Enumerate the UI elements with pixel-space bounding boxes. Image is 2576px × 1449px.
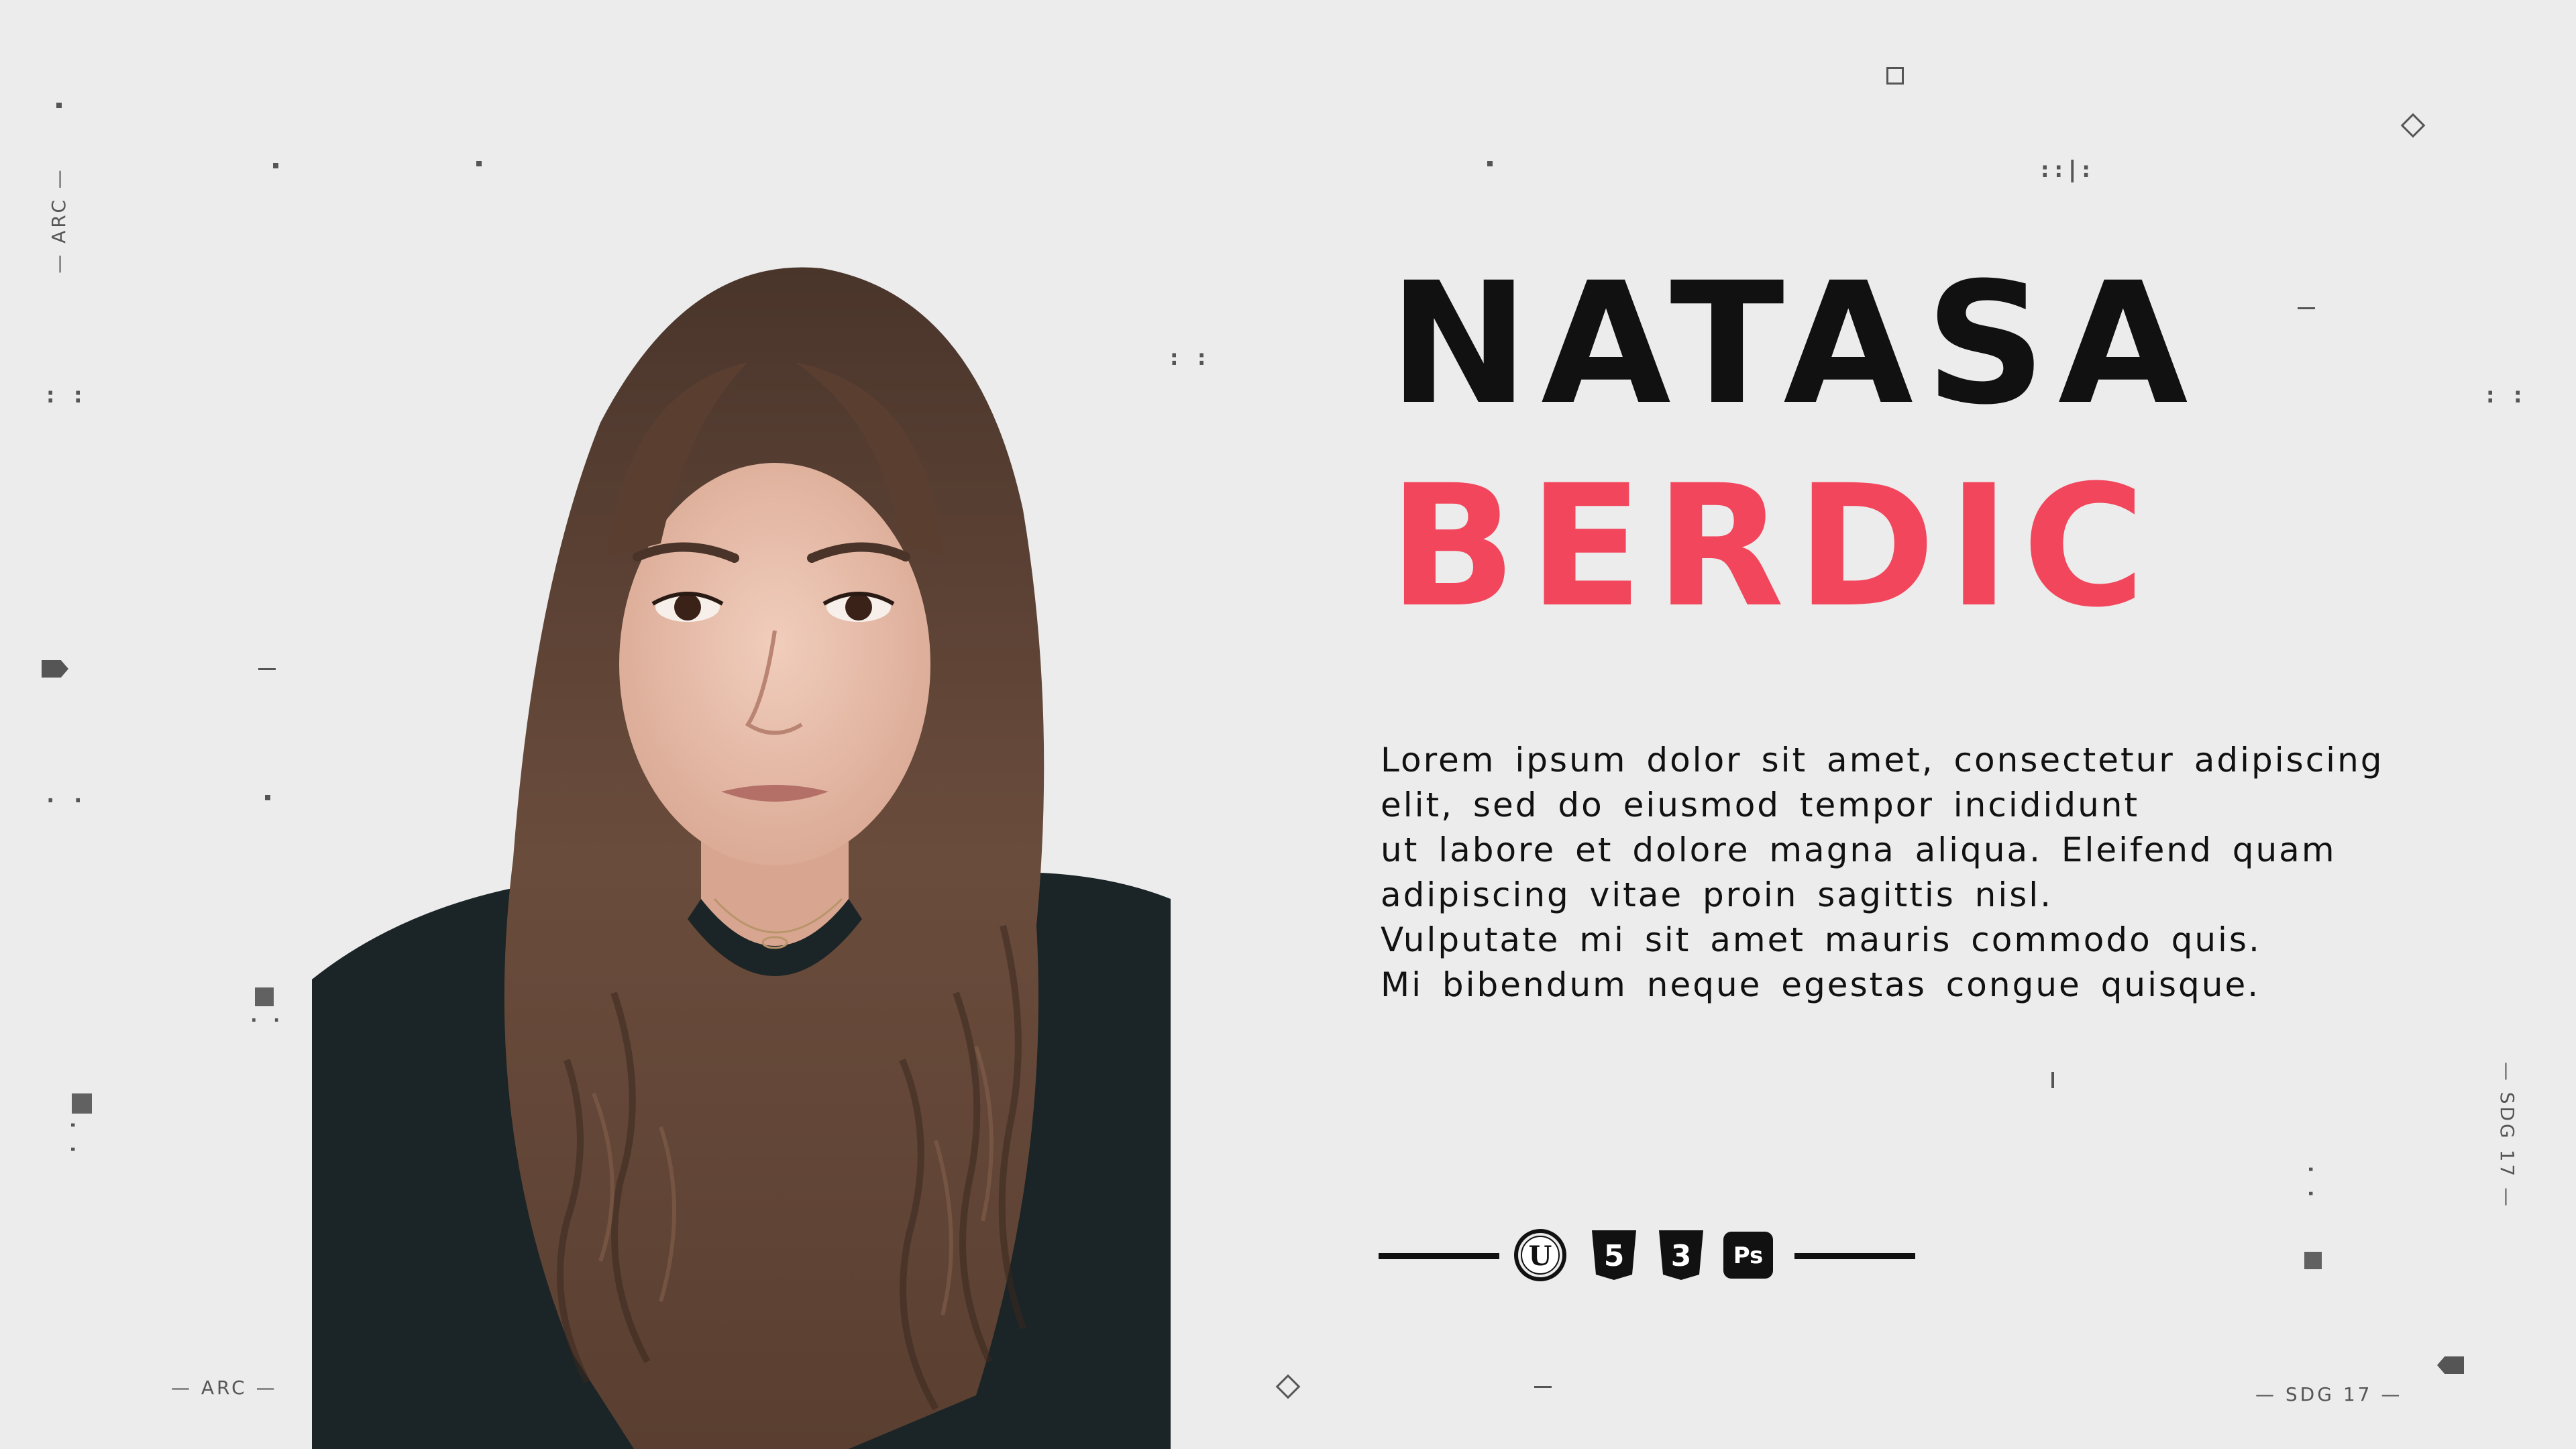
left-vertical-label: — ARC — (47, 167, 70, 274)
decor-colon-cluster: ::|: (2038, 156, 2093, 183)
bio-line: Lorem ipsum dolor sit amet, consectetur … (1381, 741, 2384, 780)
decor-dots: . . (66, 1119, 89, 1156)
decor-diamond (1275, 1374, 1301, 1399)
decor-dot (476, 161, 482, 166)
last-name-heading: BERDIC (1389, 449, 2157, 644)
right-vertical-label: — SDG 17 — (2496, 1061, 2519, 1210)
decor-colon: : : (1167, 344, 1209, 371)
svg-text:3: 3 (1671, 1239, 1692, 1273)
bio-text: Lorem ipsum dolor sit amet, consectetur … (1381, 738, 2384, 1008)
decor-dot (1487, 161, 1493, 166)
bio-line: elit, sed do eiusmod tempor incididunt (1381, 786, 2140, 824)
bio-line: ut labore et dolore magna aliqua. Eleife… (1381, 830, 2337, 869)
decor-dot (56, 103, 62, 108)
photoshop-icon: Ps (1721, 1228, 1776, 1283)
right-bottom-label: — SDG 17 — (2255, 1383, 2403, 1405)
bio-line: adipiscing vitae proin sagittis nisl. (1381, 875, 2053, 914)
decor-square (72, 1093, 92, 1114)
decor-dot (265, 795, 270, 800)
decor-square (255, 987, 274, 1006)
decor-arrow-tag (2437, 1356, 2464, 1374)
decor-hollow-square (1886, 67, 1904, 85)
skills-row: U 5 3 Ps (1379, 1221, 1915, 1288)
decor-dash (2298, 307, 2315, 309)
decor-dash (258, 668, 276, 670)
svg-text:U: U (1529, 1240, 1552, 1272)
profile-photo (312, 255, 1171, 1449)
left-bottom-label: — ARC — (171, 1377, 278, 1399)
bio-line: Mi bibendum neque egestas congue quisque… (1381, 965, 2261, 1004)
css3-icon: 3 (1654, 1228, 1709, 1283)
decor-square (2304, 1252, 2322, 1269)
decor-dot (273, 163, 278, 168)
unreal-engine-icon: U (1513, 1228, 1568, 1283)
decor-diamond (2400, 113, 2426, 138)
svg-text:5: 5 (1604, 1239, 1625, 1273)
decor-dots: . . (2304, 1163, 2327, 1200)
html5-icon: 5 (1587, 1228, 1642, 1283)
skills-rule-right (1794, 1253, 1915, 1259)
decor-colon: : : (2483, 382, 2525, 409)
first-name-heading: NATASA (1389, 246, 2200, 441)
bio-line: Vulputate mi sit amet mauris commodo qui… (1381, 920, 2261, 959)
skills-rule-left (1379, 1253, 1499, 1259)
decor-dash (1534, 1386, 1552, 1388)
decor-vertical-dash (2051, 1072, 2054, 1088)
svg-text:Ps: Ps (1733, 1242, 1764, 1269)
decor-colon: : : (44, 382, 85, 409)
decor-dots: . . (248, 1004, 282, 1026)
decor-arrow-tag (42, 660, 68, 678)
decor-dots: . . (44, 782, 85, 808)
